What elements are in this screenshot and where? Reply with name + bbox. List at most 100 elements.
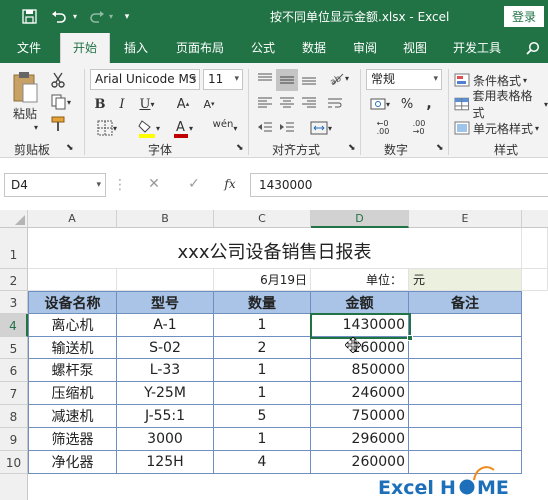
redo-dropdown-icon[interactable]: ▾ (106, 0, 116, 33)
bold-icon[interactable]: B (92, 95, 108, 113)
table-cell-active[interactable]: 1430000 (311, 314, 409, 337)
header-model[interactable]: 型号 (117, 291, 214, 314)
table-cell[interactable]: A-1 (117, 314, 214, 337)
undo-dropdown-icon[interactable]: ▾ (70, 0, 80, 33)
table-cell[interactable] (409, 382, 522, 405)
align-left-icon[interactable] (256, 95, 274, 111)
tab-view[interactable]: 视图 (392, 33, 438, 63)
format-as-table-button[interactable]: 套用表格格式 ▾ (454, 89, 548, 120)
column-header-d[interactable]: D (311, 210, 409, 228)
align-middle-icon[interactable] (276, 69, 298, 91)
formula-bar-grip-icon[interactable]: ⋮ (113, 176, 127, 194)
column-header-f[interactable] (522, 210, 548, 228)
align-center-icon[interactable] (278, 95, 296, 111)
header-remarks[interactable]: 备注 (409, 291, 522, 314)
format-painter-icon[interactable] (48, 115, 68, 133)
font-size-dropdown[interactable]: 11 ▾ (203, 69, 243, 90)
fill-color-icon[interactable]: ▾ (134, 117, 164, 139)
table-cell[interactable]: 1 (214, 359, 311, 382)
paste-button[interactable]: 粘贴 (8, 105, 42, 121)
tab-insert[interactable]: 插入 (113, 33, 159, 63)
font-name-dropdown[interactable]: Arial Unicode MS ▾ (90, 69, 200, 90)
unit-value[interactable]: 元 (409, 269, 522, 291)
select-all-corner[interactable] (0, 210, 28, 228)
save-icon[interactable] (18, 0, 40, 33)
table-cell[interactable] (409, 405, 522, 428)
font-color-icon[interactable]: A ▾ (168, 117, 198, 139)
header-quantity[interactable]: 数量 (214, 291, 311, 314)
row-header-3[interactable]: 3 (0, 291, 28, 314)
increase-font-icon[interactable]: A ▴ (176, 95, 190, 113)
table-cell[interactable]: 1 (214, 382, 311, 405)
table-cell[interactable] (409, 359, 522, 382)
report-title[interactable]: xxx公司设备销售日报表 (28, 228, 522, 269)
orientation-icon[interactable]: ab ▾ (324, 69, 354, 87)
table-cell[interactable]: 螺杆泵 (28, 359, 117, 382)
login-button[interactable]: 登录 (504, 6, 544, 27)
table-cell[interactable]: 296000 (311, 428, 409, 451)
cell-styles-button[interactable]: 单元格样式 ▾ (454, 119, 548, 137)
header-amount[interactable]: 金额 (311, 291, 409, 314)
insert-function-icon[interactable]: fx (220, 174, 240, 194)
align-top-icon[interactable] (256, 71, 274, 87)
report-date[interactable]: 6月19日 (214, 269, 311, 291)
increase-decimal-icon[interactable]: ←0.00 (368, 119, 398, 137)
column-header-b[interactable]: B (117, 210, 214, 228)
table-cell[interactable]: 筛选器 (28, 428, 117, 451)
wrap-text-icon[interactable] (326, 95, 344, 111)
customize-qat-icon[interactable]: ▾ (120, 0, 134, 33)
font-launcher-icon[interactable]: ⬊ (236, 143, 244, 153)
column-header-c[interactable]: C (214, 210, 311, 228)
row-header-11[interactable] (0, 474, 28, 500)
table-cell[interactable]: S-02 (117, 337, 214, 359)
table-cell[interactable] (409, 428, 522, 451)
table-cell[interactable]: 输送机 (28, 337, 117, 359)
table-cell[interactable]: 离心机 (28, 314, 117, 337)
underline-icon[interactable]: U ▾ (134, 95, 160, 113)
cell-f1[interactable] (522, 228, 548, 269)
tab-formulas[interactable]: 公式 (240, 33, 286, 63)
increase-indent-icon[interactable] (278, 119, 296, 135)
comma-style-icon[interactable]: , (420, 95, 438, 113)
table-cell[interactable]: Y-25M (117, 382, 214, 405)
cut-icon[interactable] (48, 71, 68, 89)
row-header-1[interactable]: 1 (0, 228, 28, 269)
table-cell[interactable] (409, 314, 522, 337)
search-icon[interactable] (520, 33, 546, 63)
percent-style-icon[interactable]: % (398, 95, 416, 113)
row-header-7[interactable]: 7 (0, 382, 28, 405)
table-cell[interactable]: 4 (214, 451, 311, 474)
italic-icon[interactable]: I (114, 95, 130, 113)
table-cell[interactable]: 1 (214, 314, 311, 337)
table-cell[interactable]: 1 (214, 428, 311, 451)
tab-page-layout[interactable]: 页面布局 (167, 33, 233, 63)
decrease-indent-icon[interactable] (256, 119, 274, 135)
table-cell[interactable] (409, 337, 522, 359)
header-device-name[interactable]: 设备名称 (28, 291, 117, 314)
table-cell[interactable]: 125H (117, 451, 214, 474)
cell-b2[interactable] (117, 269, 214, 291)
clipboard-launcher-icon[interactable]: ⬊ (66, 143, 74, 153)
number-launcher-icon[interactable]: ⬊ (436, 143, 444, 153)
row-header-8[interactable]: 8 (0, 405, 28, 428)
row-header-2[interactable]: 2 (0, 269, 28, 291)
phonetic-icon[interactable]: wén ▾ (210, 117, 240, 139)
merge-center-icon[interactable]: ▾ (304, 119, 338, 137)
table-cell[interactable]: L-33 (117, 359, 214, 382)
alignment-launcher-icon[interactable]: ⬊ (348, 143, 356, 153)
paste-icon[interactable] (10, 69, 40, 105)
table-cell[interactable]: 压缩机 (28, 382, 117, 405)
unit-label[interactable]: 单位： (311, 269, 409, 291)
table-cell[interactable]: 3000 (117, 428, 214, 451)
tab-developer[interactable]: 开发工具 (444, 33, 510, 63)
row-header-9[interactable]: 9 (0, 428, 28, 451)
row-header-10[interactable]: 10 (0, 451, 28, 474)
decrease-decimal-icon[interactable]: .00 →0 (404, 119, 434, 137)
table-cell[interactable]: 850000 (311, 359, 409, 382)
row-header-5[interactable]: 5 (0, 337, 28, 359)
table-cell[interactable]: 246000 (311, 382, 409, 405)
name-box[interactable]: D4 ▾ (4, 173, 106, 197)
undo-icon[interactable] (48, 0, 70, 33)
formula-input[interactable]: 1430000 (250, 173, 548, 197)
tab-file[interactable]: 文件 (6, 33, 52, 63)
